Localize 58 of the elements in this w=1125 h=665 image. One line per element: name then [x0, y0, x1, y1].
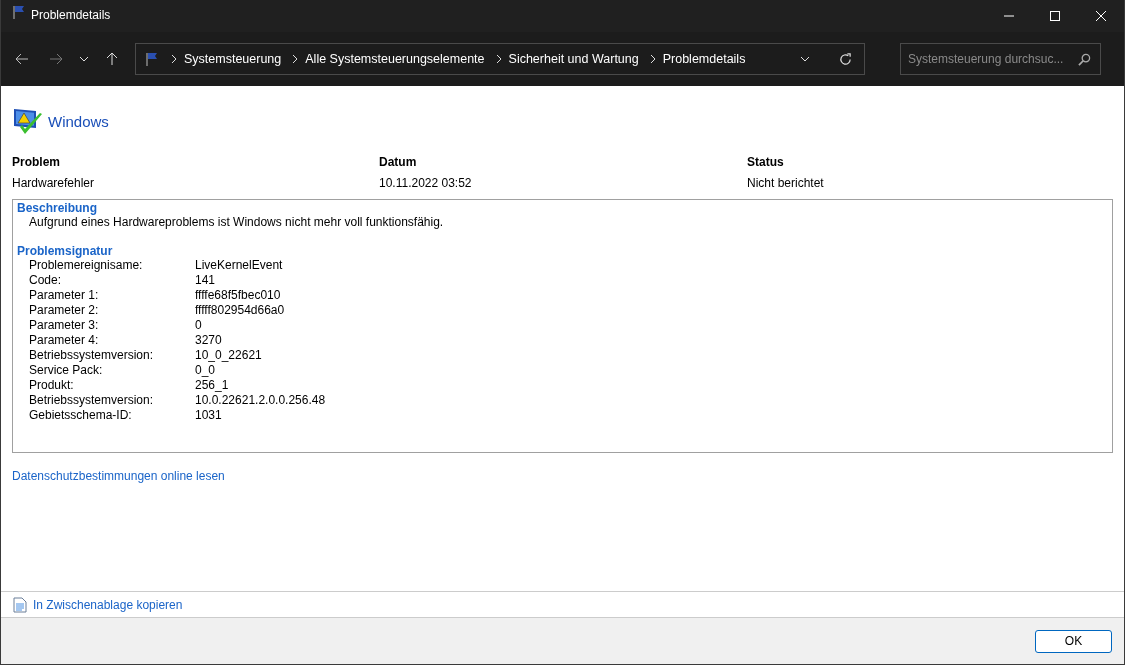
chevron-icon — [171, 55, 177, 63]
arrow-left-icon — [15, 52, 29, 66]
field-value: 10.0.22621.2.0.0.256.48 — [195, 393, 326, 408]
arrow-up-icon — [105, 52, 119, 66]
field-value: 0 — [195, 318, 203, 333]
field-label: Produkt: — [29, 378, 75, 393]
column-value: Hardwarefehler — [12, 176, 96, 190]
window-title: Problemdetails — [31, 8, 111, 22]
field-label: Betriebssystemversion: — [29, 393, 155, 408]
field-value: ffffe68f5fbec010 — [195, 288, 282, 303]
breadcrumb[interactable]: Sicherheit und Wartung — [508, 52, 639, 66]
breadcrumb[interactable]: Systemsteuerung — [184, 52, 282, 66]
flag-icon — [144, 51, 160, 67]
field-label: Parameter 4: — [29, 333, 100, 348]
arrow-right-icon — [49, 52, 63, 66]
document-icon — [13, 596, 27, 613]
column-heading: Datum — [379, 155, 418, 169]
field-value: fffff802954d66a0 — [195, 303, 286, 318]
column-heading: Status — [747, 155, 785, 169]
field-label: Gebietsschema-ID: — [29, 408, 133, 423]
field-label: Parameter 2: — [29, 303, 100, 318]
copy-link[interactable]: In Zwischenablage kopieren — [33, 597, 183, 612]
close-icon — [1096, 11, 1106, 21]
field-label: Parameter 3: — [29, 318, 100, 333]
column-value: 10.11.2022 03:52 — [379, 176, 473, 190]
field-label: Betriebssystemversion: — [29, 348, 155, 363]
search-icon — [1078, 53, 1091, 66]
description-text: Aufgrund eines Hardwareproblems ist Windows nicht mehr voll funktionsfähig. — [29, 215, 445, 229]
column-value: Nicht berichtet — [747, 176, 825, 190]
address-bar[interactable]: Systemsteuerung Alle Systemsteuerungselemente Sicherheit und Wartung Problemdetails — [135, 43, 865, 75]
field-value: 141 — [195, 273, 217, 288]
section-heading: Problemsignatur — [17, 244, 114, 258]
field-label: Problemereignisame: — [29, 258, 144, 273]
search-field[interactable]: Systemsteuerung durchsuc... — [900, 43, 1101, 75]
maximize-icon — [1050, 11, 1060, 21]
field-value: 0_0 — [195, 363, 217, 378]
privacy-link[interactable]: Datenschutzbestimmungen online lesen — [12, 469, 225, 483]
chevron-icon — [292, 55, 299, 63]
flag-icon — [11, 4, 27, 20]
field-value: 1031 — [195, 408, 223, 423]
section-heading: Beschreibung — [17, 201, 98, 215]
ok-button[interactable]: OK — [1035, 629, 1112, 653]
chevron-icon — [649, 55, 656, 63]
breadcrumb[interactable]: Alle Systemsteuerungselemente — [305, 52, 485, 66]
column-heading: Problem — [12, 155, 61, 169]
chevron-icon — [495, 55, 502, 63]
breadcrumb[interactable]: Problemdetails — [662, 52, 746, 66]
field-label: Service Pack: — [29, 363, 104, 378]
refresh-icon[interactable] — [839, 52, 852, 66]
dropdown-icon[interactable] — [800, 56, 810, 62]
chevron-down-icon — [79, 54, 89, 64]
field-value: 10_0_22621 — [195, 348, 263, 363]
section-title: Windows — [48, 112, 109, 130]
field-label: Parameter 1: — [29, 288, 100, 303]
field-value: LiveKernelEvent — [195, 258, 284, 273]
field-value: 3270 — [195, 333, 223, 348]
field-label: Code: — [29, 273, 63, 288]
field-value: 256_1 — [195, 378, 230, 393]
